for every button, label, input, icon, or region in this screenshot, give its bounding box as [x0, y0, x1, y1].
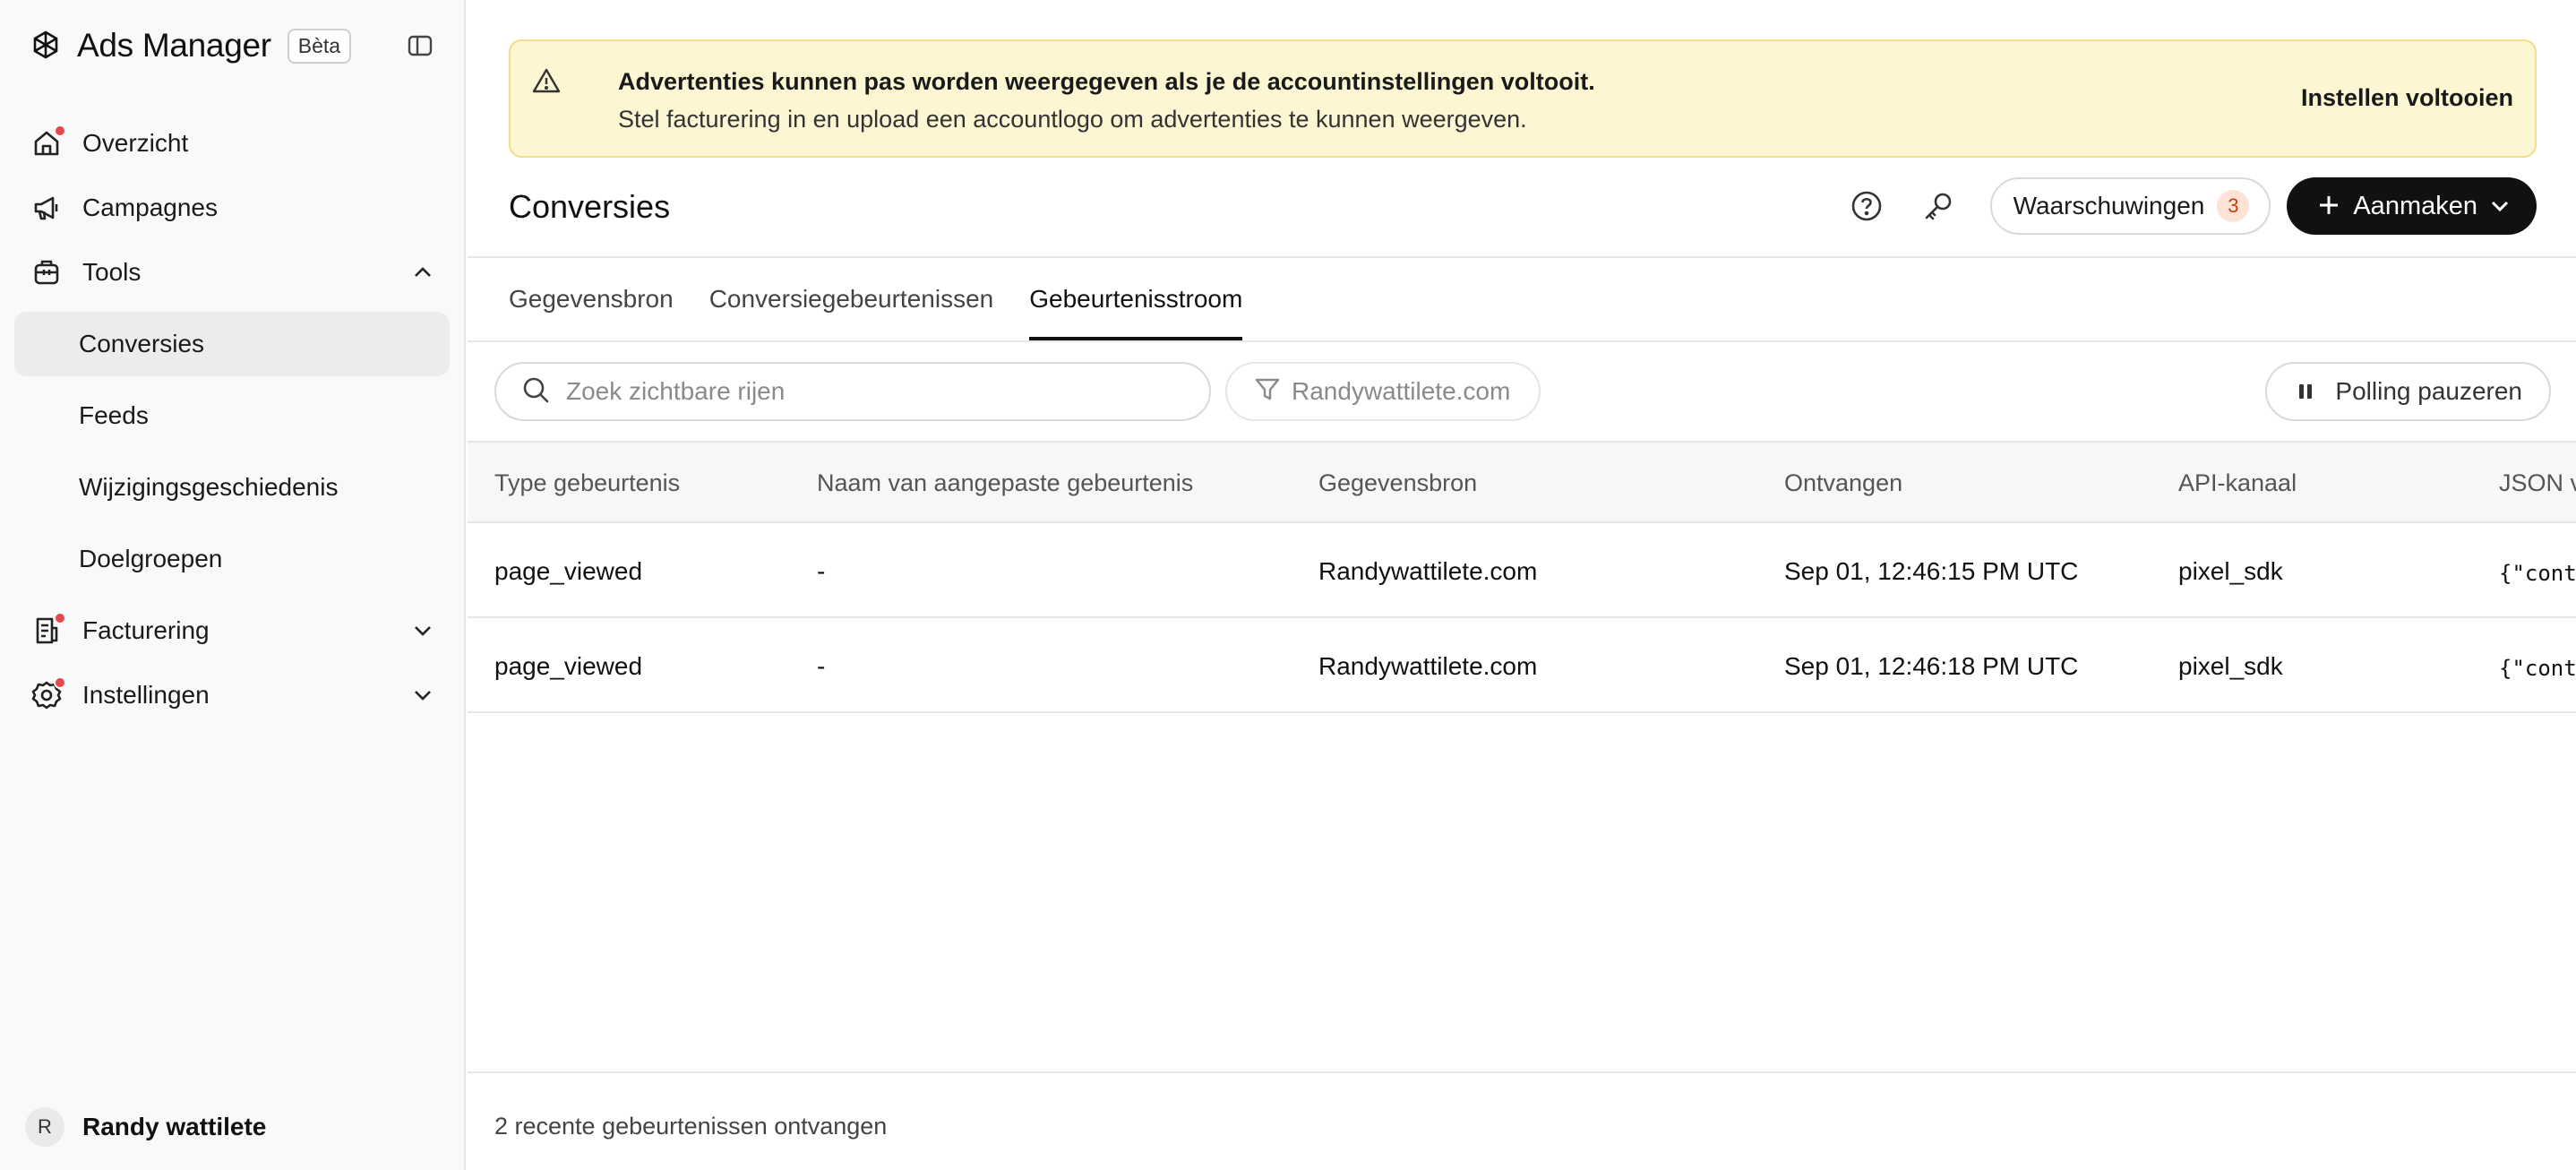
sidebar-item-wijzigingsgeschiedenis[interactable]: Wijzigingsgeschiedenis — [14, 455, 450, 520]
user-profile[interactable]: R Randy wattilete — [25, 1107, 266, 1147]
tab-bar: Gegevensbron Conversiegebeurtenissen Geb… — [509, 258, 1278, 340]
warnings-count-badge: 3 — [2217, 190, 2250, 222]
openai-logo-icon — [27, 27, 64, 65]
toolbox-icon — [30, 256, 63, 288]
beta-badge: Bèta — [287, 28, 352, 64]
sidebar-item-label: Overzicht — [82, 129, 189, 157]
sidebar-item-label: Instellingen — [82, 681, 210, 709]
create-label: Aanmaken — [2353, 191, 2477, 220]
filter-icon — [1254, 375, 1281, 409]
sidebar-toggle-icon[interactable] — [405, 32, 435, 59]
pause-icon — [2299, 384, 2315, 399]
complete-setup-link[interactable]: Instellen voltooien — [2301, 84, 2513, 112]
events-table: Type gebeurtenis Naam van aangepaste geb… — [468, 441, 2576, 713]
key-icon[interactable] — [1919, 186, 1958, 226]
help-icon[interactable] — [1847, 186, 1886, 226]
cell-custom-event-name: - — [817, 652, 826, 680]
sidebar-item-label: Campagnes — [82, 194, 218, 221]
column-header[interactable]: API-kanaal — [2178, 469, 2297, 497]
sidebar-item-tools[interactable]: Tools — [14, 240, 450, 305]
sidebar-nav: Overzicht Campagnes Tools Conversies Fee… — [14, 111, 450, 727]
sidebar-item-campagnes[interactable]: Campagnes — [14, 176, 450, 240]
chevron-down-icon[interactable] — [410, 618, 435, 643]
sidebar-item-conversies[interactable]: Conversies — [14, 312, 450, 376]
cell-received: Sep 01, 12:46:18 PM UTC — [1784, 652, 2079, 680]
sidebar-item-label: Tools — [82, 258, 142, 286]
notification-dot — [54, 676, 66, 689]
sidebar: Ads Manager Bèta Overzicht Campagnes Too… — [0, 0, 466, 1170]
tab-conversiegebeurtenissen[interactable]: Conversiegebeurtenissen — [709, 258, 994, 340]
chevron-down-icon — [2490, 200, 2510, 212]
tab-gebeurtenisstroom[interactable]: Gebeurtenisstroom — [1029, 258, 1243, 340]
cell-datasource: Randywattilete.com — [1318, 652, 1538, 680]
column-header[interactable]: Type gebeurtenis — [494, 469, 680, 497]
cell-event-type: page_viewed — [494, 652, 643, 680]
cell-json: {"cont — [2499, 656, 2576, 681]
app-name: Ads Manager — [77, 27, 271, 64]
cell-datasource: Randywattilete.com — [1318, 557, 1538, 585]
sidebar-item-doelgroepen[interactable]: Doelgroepen — [14, 527, 450, 591]
cell-json: {"cont — [2499, 561, 2576, 586]
sidebar-item-feeds[interactable]: Feeds — [14, 383, 450, 448]
cell-received: Sep 01, 12:46:15 PM UTC — [1784, 557, 2079, 585]
tab-gegevensbron[interactable]: Gegevensbron — [509, 258, 674, 340]
cell-api-channel: pixel_sdk — [2178, 557, 2283, 585]
cell-event-type: page_viewed — [494, 557, 643, 585]
chevron-down-icon[interactable] — [410, 683, 435, 708]
divider — [468, 1071, 2576, 1073]
warnings-label: Waarschuwingen — [2013, 192, 2205, 219]
filter-label: Randywattilete.com — [1292, 377, 1511, 405]
avatar: R — [25, 1107, 64, 1147]
search-icon — [521, 375, 550, 409]
datasource-filter-button[interactable]: Randywattilete.com — [1225, 362, 1541, 421]
column-header[interactable]: JSON v — [2499, 469, 2576, 497]
pause-polling-button[interactable]: Polling pauzeren — [2265, 362, 2551, 421]
banner-title: Advertenties kunnen pas worden weergegev… — [618, 68, 1595, 95]
notification-dot — [54, 612, 66, 624]
events-received-status: 2 recente gebeurtenissen ontvangen — [494, 1113, 888, 1140]
column-header[interactable]: Gegevensbron — [1318, 469, 1477, 497]
sidebar-item-facturering[interactable]: Facturering — [14, 598, 450, 663]
megaphone-icon — [30, 192, 63, 224]
table-header: Type gebeurtenis Naam van aangepaste geb… — [468, 441, 2576, 523]
banner-message: Stel facturering in en upload een accoun… — [618, 106, 1527, 133]
settings-gear-icon — [30, 676, 66, 711]
plus-icon — [2317, 190, 2340, 222]
sidebar-item-instellingen[interactable]: Instellingen — [14, 663, 450, 727]
page-title: Conversies — [509, 188, 671, 225]
table-row[interactable]: page_viewed - Randywattilete.com Sep 01,… — [468, 618, 2576, 713]
warning-triangle-icon — [532, 66, 561, 95]
warnings-button[interactable]: Waarschuwingen 3 — [1989, 177, 2271, 235]
column-header[interactable]: Ontvangen — [1784, 469, 1902, 497]
home-icon — [30, 125, 66, 159]
sidebar-item-label: Facturering — [82, 616, 210, 644]
search-input[interactable] — [566, 377, 1175, 406]
billing-icon — [30, 612, 66, 647]
setup-warning-banner: Advertenties kunnen pas worden weergegev… — [509, 39, 2537, 158]
cell-custom-event-name: - — [817, 557, 826, 585]
divider — [468, 340, 2576, 342]
table-row[interactable]: page_viewed - Randywattilete.com Sep 01,… — [468, 523, 2576, 618]
notification-dot — [54, 125, 66, 137]
chevron-up-icon[interactable] — [410, 260, 435, 285]
sidebar-item-overzicht[interactable]: Overzicht — [14, 111, 450, 176]
search-box[interactable] — [494, 362, 1211, 421]
create-button[interactable]: Aanmaken — [2287, 177, 2537, 235]
brand[interactable]: Ads Manager Bèta — [27, 23, 352, 68]
main-content: Advertenties kunnen pas worden weergegev… — [468, 0, 2576, 1170]
column-header[interactable]: Naam van aangepaste gebeurtenis — [817, 469, 1193, 497]
header-actions: Waarschuwingen 3 Aanmaken — [1847, 177, 2537, 235]
cell-api-channel: pixel_sdk — [2178, 652, 2283, 680]
polling-label: Polling pauzeren — [2335, 377, 2522, 405]
user-name: Randy wattilete — [82, 1113, 267, 1140]
